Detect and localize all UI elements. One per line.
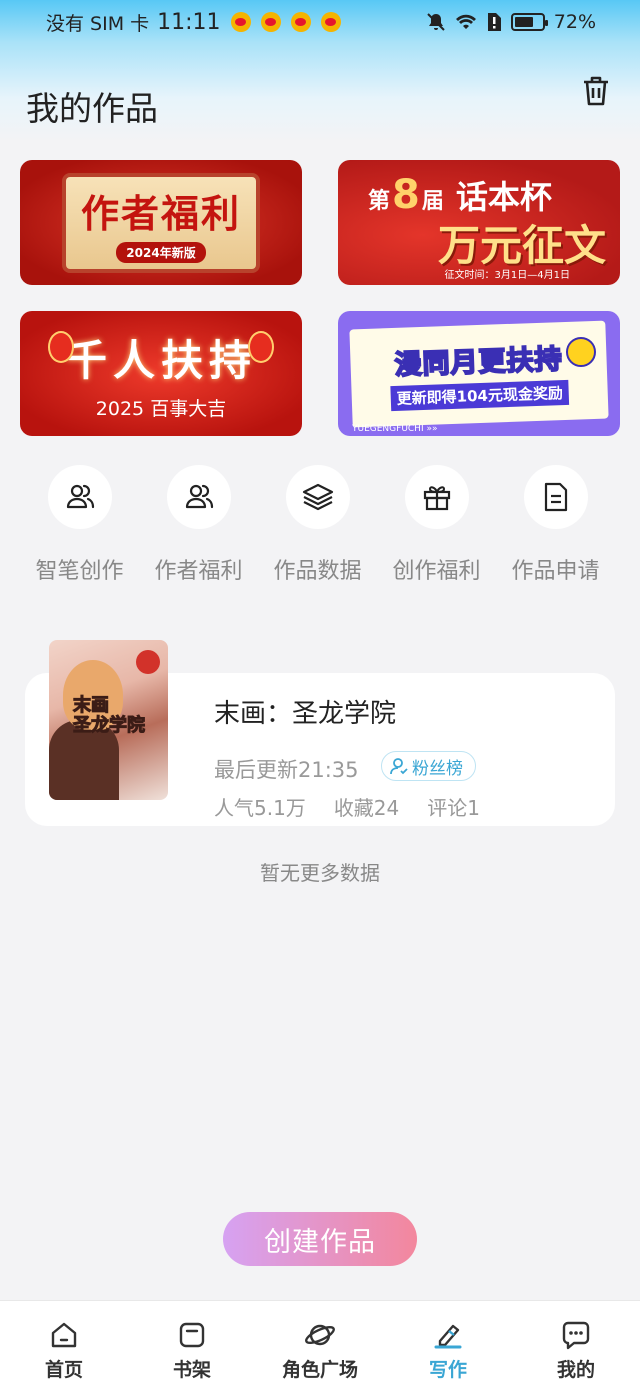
users-icon <box>185 484 213 509</box>
tab-writing[interactable]: 写作 <box>384 1301 512 1387</box>
work-stats: 人气5.1万 收藏24 评论1 <box>214 792 480 821</box>
quick-action-label: 作者福利 <box>154 559 243 584</box>
cover-flower <box>136 650 160 674</box>
trash-icon[interactable] <box>580 74 612 108</box>
banner-number: 8 <box>392 172 420 218</box>
popularity-stat: 人气5.1万 <box>214 796 306 820</box>
tab-label: 我的 <box>556 1359 595 1381</box>
user-icon <box>390 758 408 775</box>
quick-action-circle <box>47 465 112 529</box>
battery-icon <box>510 13 548 31</box>
battery-percent: 72% <box>553 11 596 33</box>
bottom-tab-bar: 首页 书架 角色广场 写作 我的 <box>0 1300 640 1387</box>
quick-action-author-welfare[interactable]: 作者福利 <box>139 465 258 585</box>
quick-action-work-data[interactable]: 作品数据 <box>258 465 377 585</box>
tab-character-plaza[interactable]: 角色广场 <box>256 1301 384 1387</box>
tab-label: 书架 <box>172 1359 211 1381</box>
banner-title: 万元征文 <box>438 221 607 270</box>
document-icon <box>544 482 567 512</box>
status-bar: 没有 SIM 卡 11:11 72% <box>0 0 640 44</box>
banner-prefix: 第 <box>368 189 391 214</box>
sim-alert-icon <box>487 13 501 31</box>
layers-icon <box>302 483 333 511</box>
home-icon <box>51 1322 77 1348</box>
banner-subtitle: 更新即得104元现金奖励 <box>390 379 570 411</box>
weibo-notification-icon <box>260 12 281 32</box>
weibo-notification-icon <box>320 12 341 32</box>
tab-mine[interactable]: 我的 <box>512 1301 640 1387</box>
banner-paper: 漫同月更扶持 更新即得104元现金奖励 <box>349 320 609 427</box>
lantern-icon <box>248 331 274 363</box>
quick-action-label: 作品申请 <box>511 559 600 584</box>
quick-action-circle <box>166 465 231 529</box>
smiley-icon <box>566 337 596 367</box>
banner-author-welfare[interactable]: 作者福利 2024年新版 <box>20 160 302 285</box>
quick-action-circle <box>285 465 350 529</box>
chat-icon <box>562 1321 590 1350</box>
work-last-update: 最后更新21:35 <box>214 758 359 782</box>
banner-thousand-support[interactable]: 千人扶持 2025 百事大吉 <box>20 311 302 436</box>
no-more-data-text: 暂无更多数据 <box>260 861 380 885</box>
tab-home[interactable]: 首页 <box>0 1301 128 1387</box>
banner-monthly-update[interactable]: 漫同月更扶持 更新即得104元现金奖励 YUEGENGFUCHI »» <box>338 311 620 436</box>
banner-scroll: 作者福利 2024年新版 <box>66 176 256 269</box>
mute-bell-icon <box>427 13 445 31</box>
quick-action-label: 作品数据 <box>273 559 362 584</box>
banner-subtitle: 2024年新版 <box>116 241 206 263</box>
quick-action-label: 创作福利 <box>392 559 481 584</box>
planet-icon <box>305 1324 335 1346</box>
banner-suffix: 届 <box>421 189 444 214</box>
quick-actions: 智笔创作 作者福利 作品数据 创作福利 作品申请 <box>20 465 620 585</box>
banner-subtitle: 2025 百事大吉 <box>95 397 227 420</box>
quick-action-circle <box>404 465 469 529</box>
create-work-button[interactable]: 创建作品 <box>223 1212 417 1266</box>
banner-writing-contest[interactable]: 第 8 届 话本杯 万元征文 征文时间：3月1日—4月1日 <box>338 160 620 285</box>
quick-action-work-application[interactable]: 作品申请 <box>496 465 615 585</box>
tab-label: 写作 <box>428 1359 467 1381</box>
tab-bookshelf[interactable]: 书架 <box>128 1301 256 1387</box>
carrier-label: 没有 SIM 卡 <box>46 12 150 35</box>
banner-title: 作者福利 <box>80 191 241 236</box>
quick-action-creation-welfare[interactable]: 创作福利 <box>377 465 496 585</box>
weibo-notification-icon <box>230 12 251 32</box>
tab-label: 首页 <box>44 1359 83 1381</box>
lantern-icon <box>48 331 74 363</box>
work-cover-image[interactable]: 末画 圣龙学院 <box>49 640 168 800</box>
weibo-notification-icon <box>290 12 311 32</box>
cover-title: 末画 圣龙学院 <box>73 695 146 736</box>
banner-title: 千人扶持 <box>64 335 257 385</box>
tab-label: 角色广场 <box>281 1359 358 1381</box>
favorites-stat: 收藏24 <box>333 796 400 820</box>
quick-action-label: 智笔创作 <box>35 559 124 584</box>
page-title: 我的作品 <box>26 89 158 128</box>
comments-stat: 评论1 <box>427 796 480 820</box>
bookshelf-icon <box>179 1322 205 1348</box>
quick-action-smart-writing[interactable]: 智笔创作 <box>20 465 139 585</box>
pen-icon <box>434 1324 462 1349</box>
fan-ranking-badge[interactable]: 粉丝榜 <box>381 751 476 781</box>
wifi-icon <box>455 14 476 29</box>
banner-title: 漫同月更扶持 <box>393 343 564 382</box>
users-icon <box>66 484 94 509</box>
gift-icon <box>423 486 450 511</box>
fan-ranking-label: 粉丝榜 <box>412 758 463 779</box>
banner-footnote: YUEGENGFUCHI »» <box>352 424 438 434</box>
work-title[interactable]: 末画：圣龙学院 <box>214 693 396 730</box>
clock: 11:11 <box>157 9 221 35</box>
quick-action-circle <box>523 465 588 529</box>
banner-footnote: 征文时间：3月1日—4月1日 <box>444 270 570 281</box>
